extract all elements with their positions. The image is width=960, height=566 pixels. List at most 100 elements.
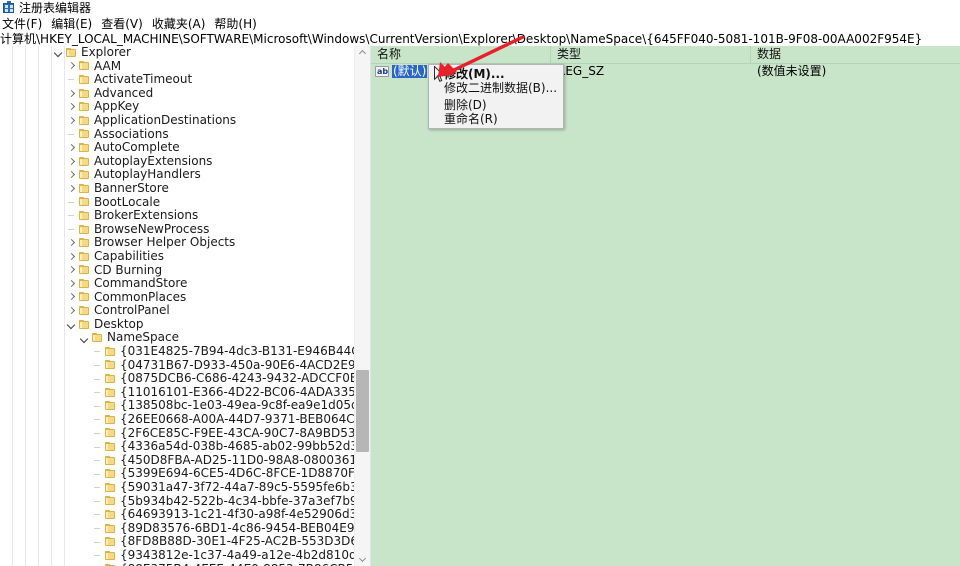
- tree-node[interactable]: Advanced: [0, 86, 370, 101]
- tree-node[interactable]: {9343812e-1c37-4a49-a12e-4b2d810d956b}: [0, 548, 370, 563]
- column-header-data[interactable]: 数据: [751, 46, 951, 63]
- tree-node[interactable]: ControlPanel: [0, 304, 370, 318]
- tree-node[interactable]: AAM: [0, 59, 370, 74]
- context-menu-item[interactable]: 删除(D): [429, 98, 563, 112]
- registry-tree[interactable]: Explorer AAM ActivateTimeout Advanced AppKey…: [0, 46, 370, 566]
- context-menu[interactable]: 修改(M)... 修改二进制数据(B)... 删除(D) 重命名(R): [428, 64, 564, 129]
- tree-node[interactable]: NameSpace: [0, 331, 370, 345]
- tree-node[interactable]: {88E375B4-4EEE-44E0-8853-7B86CB5B73885}: [0, 562, 370, 566]
- tree-node-label: AutoplayHandlers: [94, 167, 201, 182]
- tree-node[interactable]: {59031a47-3f72-44a7-89c5-5595fe6b30ee}: [0, 480, 371, 495]
- tree-node[interactable]: BootLocale: [0, 195, 370, 210]
- chevron-down-icon[interactable]: [52, 46, 65, 59]
- tree-node-label: BrokerExtensions: [94, 208, 199, 223]
- tree-node[interactable]: {0875DCB6-C686-4243-9432-ADCCF0B9F2D7}: [0, 372, 370, 386]
- chevron-right-icon[interactable]: [65, 264, 78, 277]
- chevron-right-icon[interactable]: [65, 277, 78, 290]
- tree-node[interactable]: {138508bc-1e03-49ea-9c8f-ea9e1d05d65d}: [0, 399, 370, 413]
- chevron-right-icon[interactable]: [65, 291, 78, 304]
- tree-node[interactable]: {4336a54d-038b-4685-ab02-99bb52d3fb8b}: [0, 440, 370, 454]
- tree-vertical-scrollbar[interactable]: [354, 46, 370, 566]
- folder-icon: [104, 482, 116, 493]
- chevron-down-icon[interactable]: [78, 332, 91, 345]
- chevron-right-icon[interactable]: [65, 169, 78, 182]
- tree-node[interactable]: ApplicationDestinations: [0, 113, 370, 128]
- scroll-up-arrow-icon[interactable]: [355, 46, 370, 60]
- chevron-right-icon[interactable]: [65, 60, 78, 73]
- value-data-cell: (数值未设置): [757, 64, 827, 78]
- menu-file[interactable]: 文件(F): [2, 16, 42, 32]
- folder-icon: [104, 469, 116, 479]
- tree-node[interactable]: AutoplayExtensions: [0, 154, 370, 169]
- tree-node-label: {59031a47-3f72-44a7-89c5-5595fe6b30ee}: [120, 480, 371, 494]
- title-bar: 注册表编辑器: [0, 0, 960, 16]
- tree-node[interactable]: {5399E694-6CE5-4D6C-8FCE-1D8870FDCBA0}: [0, 467, 370, 481]
- chevron-right-icon[interactable]: [65, 182, 78, 195]
- tree-node-label: ActivateTimeout: [94, 72, 193, 87]
- tree-node[interactable]: {8FD8B88D-30E1-4F25-AC2B-553D3D65F0EA}: [0, 535, 370, 549]
- tree-node[interactable]: ActivateTimeout: [0, 73, 370, 87]
- tree-node[interactable]: BannerStore: [0, 181, 370, 196]
- chevron-right-icon[interactable]: [65, 250, 78, 263]
- scroll-down-arrow-icon[interactable]: [355, 552, 370, 566]
- chevron-right-icon[interactable]: [65, 87, 78, 100]
- tree-node[interactable]: AppKey: [0, 100, 370, 114]
- menu-view[interactable]: 查看(V): [101, 16, 143, 32]
- column-header-type[interactable]: 类型: [551, 46, 751, 63]
- scroll-thumb[interactable]: [356, 370, 369, 452]
- tree-line-icon: [91, 386, 104, 399]
- tree-line-icon: [91, 522, 104, 535]
- tree-node[interactable]: Browser Helper Objects: [0, 236, 370, 250]
- column-header-name[interactable]: 名称: [371, 46, 551, 63]
- context-menu-item[interactable]: 修改二进制数据(B)...: [429, 81, 563, 95]
- tree-node[interactable]: {031E4825-7B94-4dc3-B131-E946B44C8DD5}: [0, 344, 370, 359]
- folder-icon: [78, 170, 90, 180]
- tree-node-label: {26EE0668-A00A-44D7-9371-BEB064C98683}: [120, 412, 370, 427]
- tree-node[interactable]: {04731B67-D933-450a-90E6-4ACD2E9408FE}: [0, 358, 370, 373]
- context-menu-item[interactable]: 重命名(R): [429, 112, 563, 126]
- folder-icon: [78, 74, 90, 85]
- tree-line-icon: [91, 441, 104, 454]
- tree-node[interactable]: {450D8FBA-AD25-11D0-98A8-0800361B1103}: [0, 453, 370, 468]
- chevron-right-icon[interactable]: [65, 155, 78, 168]
- chevron-down-icon[interactable]: [65, 318, 78, 331]
- value-name: (默认): [392, 64, 428, 78]
- value-list-header: 名称 类型 数据: [371, 46, 960, 64]
- tree-node[interactable]: AutoComplete: [0, 141, 370, 155]
- tree-node[interactable]: {11016101-E366-4D22-BC06-4ADA335C892B}: [0, 385, 370, 400]
- folder-icon: [104, 346, 116, 357]
- chevron-right-icon[interactable]: [65, 101, 78, 114]
- tree-node[interactable]: Associations: [0, 127, 370, 142]
- tree-node[interactable]: CommandStore: [0, 276, 370, 291]
- tree-node[interactable]: Explorer: [0, 46, 370, 60]
- chevron-right-icon[interactable]: [65, 305, 78, 318]
- tree-node[interactable]: {26EE0668-A00A-44D7-9371-BEB064C98683}: [0, 412, 370, 427]
- tree-node[interactable]: {89D83576-6BD1-4c86-9454-BEB04E94C819}: [0, 521, 370, 536]
- menu-favorites[interactable]: 收藏夹(A): [152, 16, 206, 32]
- tree-node[interactable]: Capabilities: [0, 249, 370, 264]
- tree-node[interactable]: BrowseNewProcess: [0, 222, 370, 237]
- folder-icon: [78, 102, 90, 112]
- folder-icon: [78, 278, 90, 289]
- tree-node[interactable]: AutoplayHandlers: [0, 168, 370, 182]
- tree-line-icon: [91, 454, 104, 467]
- chevron-right-icon[interactable]: [65, 114, 78, 127]
- registry-tree-pane[interactable]: Explorer AAM ActivateTimeout Advanced AppKey…: [0, 46, 371, 566]
- chevron-right-icon[interactable]: [65, 237, 78, 250]
- context-menu-item[interactable]: 修改(M)...: [429, 67, 563, 81]
- tree-node[interactable]: {64693913-1c21-4f30-a98f-4e52906d3b56}: [0, 508, 370, 522]
- tree-node[interactable]: BrokerExtensions: [0, 209, 370, 223]
- folder-icon: [104, 414, 116, 425]
- tree-node[interactable]: CommonPlaces: [0, 290, 370, 305]
- tree-node[interactable]: {5b934b42-522b-4c34-bbfe-37a3ef7b9c90}: [0, 494, 370, 509]
- tree-node[interactable]: {2F6CE85C-F9EE-43CA-90C7-8A9BD53A2467}: [0, 426, 370, 441]
- tree-line-icon: [91, 468, 104, 481]
- chevron-right-icon[interactable]: [65, 141, 78, 154]
- tree-node[interactable]: CD Burning: [0, 263, 370, 278]
- registry-editor-icon: [3, 1, 15, 14]
- address-bar[interactable]: 计算机\HKEY_LOCAL_MACHINE\SOFTWARE\Microsof…: [0, 32, 960, 47]
- menu-help[interactable]: 帮助(H): [214, 16, 256, 32]
- tree-line-icon: [91, 427, 104, 440]
- menu-edit[interactable]: 编辑(E): [51, 16, 92, 32]
- tree-node[interactable]: Desktop: [0, 317, 370, 332]
